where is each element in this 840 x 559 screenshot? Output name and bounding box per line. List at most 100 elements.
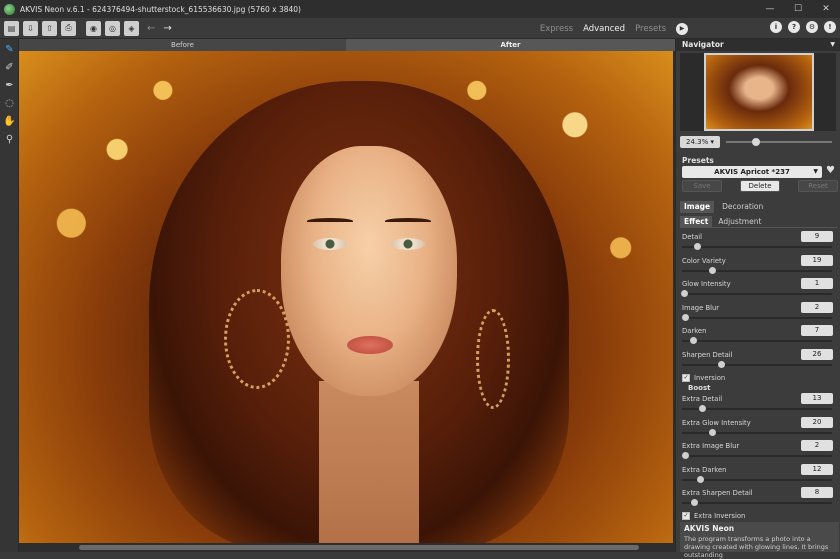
extra-inversion-label: Extra Inversion	[694, 512, 746, 520]
canvas-area: Before After	[19, 39, 675, 552]
tab-decoration[interactable]: Decoration	[718, 201, 767, 213]
preset-selected-value: AKVIS Apricot *237	[714, 168, 790, 176]
zoom-slider-knob[interactable]	[752, 138, 760, 146]
effect-parameters: Detail 9 Color Variety 19 Glow Intensity 1 Ima…	[680, 231, 837, 522]
param-slider[interactable]	[682, 243, 832, 250]
param-slider[interactable]	[680, 290, 832, 297]
maximize-button[interactable]: ☐	[784, 0, 812, 18]
param-value-input[interactable]: 26	[801, 348, 833, 360]
param-slider[interactable]	[682, 313, 832, 321]
lips	[347, 336, 393, 354]
param-label: Extra Sharpen Detail	[682, 489, 753, 497]
zoom-icon[interactable]: ⚲	[2, 132, 17, 147]
close-button[interactable]: ✕	[812, 0, 840, 18]
param-slider-knob[interactable]	[680, 290, 688, 297]
param-value-input[interactable]: 1	[801, 278, 833, 289]
param-slider[interactable]	[682, 499, 832, 506]
param-slider-knob[interactable]	[698, 405, 706, 412]
param-slider[interactable]	[682, 266, 832, 274]
param-slider[interactable]	[682, 405, 832, 412]
print-icon[interactable]: ⎙	[61, 20, 76, 36]
param-row: Extra Sharpen Detail 8	[680, 487, 837, 511]
plugin-icon[interactable]: ◈	[124, 20, 139, 36]
mode-presets[interactable]: Presets	[635, 24, 666, 34]
collapse-caret-icon[interactable]: ▼	[830, 39, 835, 51]
preferences-icon[interactable]: ◎	[105, 20, 120, 36]
navigator-thumbnail[interactable]	[704, 53, 814, 131]
param-slider-knob[interactable]	[691, 499, 698, 506]
param-slider[interactable]	[682, 475, 832, 483]
param-label: Sharpen Detail	[682, 350, 733, 359]
right-eye	[391, 238, 425, 250]
param-slider[interactable]	[682, 452, 832, 459]
tool-panel: ✎ ✐ ✒ ◌ ✋ ⚲	[0, 39, 19, 552]
inversion-checkbox[interactable]: ✓	[682, 373, 690, 382]
undo-arrow-icon[interactable]: ←	[147, 23, 155, 34]
inversion-checkbox-row[interactable]: ✓ Inversion	[680, 372, 837, 383]
horizontal-scrollbar[interactable]	[19, 543, 675, 552]
boost-section-label: Boost	[688, 384, 711, 392]
param-slider-knob[interactable]	[697, 475, 704, 483]
dropper-icon[interactable]: ✒	[2, 78, 17, 93]
redo-arrow-icon[interactable]: →	[163, 23, 171, 34]
window-title: AKVIS Neon v.6.1 - 624376494-shutterstoc…	[20, 4, 301, 14]
preset-dropdown[interactable]: AKVIS Apricot *237 ▼	[682, 166, 822, 178]
run-play-icon[interactable]: ▶	[676, 22, 688, 35]
param-value-input[interactable]: 8	[801, 487, 833, 498]
param-row: Image Blur 2	[680, 301, 837, 326]
param-value-input[interactable]: 2	[801, 440, 833, 451]
param-slider-knob[interactable]	[682, 452, 689, 459]
zoom-select[interactable]: 24.3% ▾	[680, 136, 720, 148]
favorite-heart-icon[interactable]: ♥	[826, 165, 835, 176]
param-slider[interactable]	[682, 360, 832, 368]
save-preset-button[interactable]: Save	[682, 180, 722, 192]
app-logo-icon	[4, 3, 15, 15]
save-icon[interactable]: ⇩	[23, 20, 38, 36]
tab-image[interactable]: Image	[680, 201, 715, 213]
param-slider-knob[interactable]	[682, 313, 689, 321]
hand-icon[interactable]: ✋	[2, 114, 17, 129]
navigator-header: Navigator ▼	[676, 39, 840, 51]
param-value-input[interactable]: 19	[801, 254, 833, 266]
export-icon[interactable]: ⇧	[42, 20, 57, 36]
help-icon[interactable]: ?	[788, 21, 800, 33]
tab-adjustment[interactable]: Adjustment	[714, 216, 765, 227]
param-slider-knob[interactable]	[689, 337, 697, 344]
param-value-input[interactable]: 20	[801, 416, 833, 428]
info-icon[interactable]: i	[770, 21, 782, 33]
param-value-input[interactable]: 2	[801, 301, 833, 313]
open-icon[interactable]: ▤	[4, 20, 19, 36]
lasso-icon[interactable]: ◌	[2, 96, 17, 111]
param-slider-knob[interactable]	[709, 266, 716, 274]
before-tab[interactable]: Before	[19, 39, 346, 51]
eraser-icon[interactable]: ✐	[2, 60, 17, 75]
after-tab[interactable]: After	[346, 39, 675, 51]
param-slider[interactable]	[682, 337, 832, 344]
notification-icon[interactable]: !	[824, 21, 836, 33]
param-label: Extra Glow Intensity	[682, 418, 751, 427]
param-value-input[interactable]: 7	[801, 325, 833, 336]
mode-advanced[interactable]: Advanced	[583, 24, 625, 34]
mode-express[interactable]: Express	[540, 24, 573, 34]
param-row: Darken 7	[680, 325, 837, 349]
settings-gear-icon[interactable]: ⚙	[806, 21, 818, 33]
image-canvas[interactable]	[19, 51, 673, 543]
batch-icon[interactable]: ◉	[86, 20, 101, 36]
param-slider[interactable]	[682, 428, 832, 436]
neon-brush-icon[interactable]: ✎	[2, 42, 17, 57]
tab-effect[interactable]: Effect	[680, 216, 713, 227]
reset-preset-button[interactable]: Reset	[798, 180, 838, 192]
horizontal-scroll-thumb[interactable]	[79, 545, 639, 550]
extra-inversion-checkbox-row[interactable]: ✓ Extra Inversion	[680, 511, 837, 522]
param-slider-knob[interactable]	[718, 360, 725, 368]
param-value-input[interactable]: 13	[801, 393, 833, 404]
param-value-input[interactable]: 12	[801, 463, 833, 475]
extra-inversion-checkbox[interactable]: ✓	[682, 512, 690, 520]
param-slider-knob[interactable]	[694, 243, 701, 250]
param-label: Darken	[682, 327, 707, 335]
minimize-button[interactable]: —	[756, 0, 784, 18]
param-value-input[interactable]: 9	[801, 231, 833, 242]
param-slider-knob[interactable]	[709, 428, 716, 436]
zoom-slider[interactable]	[726, 138, 832, 146]
delete-preset-button[interactable]: Delete	[740, 180, 780, 192]
